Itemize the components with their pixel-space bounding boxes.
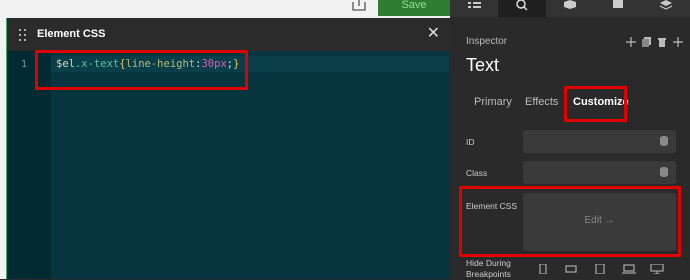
inspector-label: Inspector bbox=[466, 36, 508, 47]
id-label: ID bbox=[466, 137, 475, 147]
element-type-title: Text bbox=[466, 55, 500, 75]
cube-icon bbox=[564, 0, 576, 9]
database-icon[interactable] bbox=[660, 167, 668, 177]
tab-stack[interactable] bbox=[642, 0, 690, 17]
laptop-icon[interactable] bbox=[622, 264, 636, 274]
database-icon[interactable] bbox=[660, 136, 668, 146]
inspector-actions bbox=[626, 37, 690, 49]
tab-elements[interactable] bbox=[546, 0, 594, 17]
tab-primary[interactable]: Primary bbox=[474, 96, 512, 108]
desktop-icon[interactable] bbox=[650, 264, 664, 274]
stack-icon bbox=[659, 0, 673, 10]
inspector-tab-bar bbox=[450, 0, 690, 17]
editor-header[interactable]: Element CSS ✕ bbox=[7, 18, 450, 51]
drag-handle-icon[interactable] bbox=[19, 29, 27, 41]
export-icon[interactable] bbox=[350, 0, 368, 12]
tab-search[interactable] bbox=[498, 0, 546, 17]
tab-pages[interactable] bbox=[594, 0, 642, 17]
tab-layers[interactable] bbox=[450, 0, 498, 17]
code-highlight-box bbox=[35, 50, 248, 90]
editor-title: Element CSS bbox=[37, 28, 106, 40]
line-number: 1 bbox=[21, 59, 28, 70]
search-icon bbox=[516, 0, 528, 11]
phone-landscape-icon[interactable] bbox=[564, 264, 578, 274]
docs-icon bbox=[613, 0, 623, 8]
top-bar: Save bbox=[0, 0, 450, 18]
save-button[interactable]: Save bbox=[378, 0, 450, 16]
layers-icon bbox=[468, 2, 481, 8]
id-input[interactable] bbox=[523, 130, 676, 153]
class-input[interactable] bbox=[523, 161, 676, 184]
close-icon[interactable]: ✕ bbox=[427, 26, 440, 42]
phone-portrait-icon[interactable] bbox=[536, 264, 550, 274]
more-icon[interactable] bbox=[672, 37, 684, 47]
tablet-portrait-icon[interactable] bbox=[593, 264, 607, 274]
customize-tab-highlight bbox=[564, 86, 627, 122]
move-icon[interactable] bbox=[626, 37, 636, 47]
delete-icon[interactable] bbox=[657, 37, 667, 47]
element-css-highlight bbox=[459, 186, 681, 257]
copy-icon[interactable] bbox=[642, 37, 652, 47]
class-label: Class bbox=[466, 168, 488, 178]
tab-effects[interactable]: Effects bbox=[525, 96, 558, 108]
hide-breakpoints-label: Hide During Breakpoints bbox=[466, 258, 511, 279]
